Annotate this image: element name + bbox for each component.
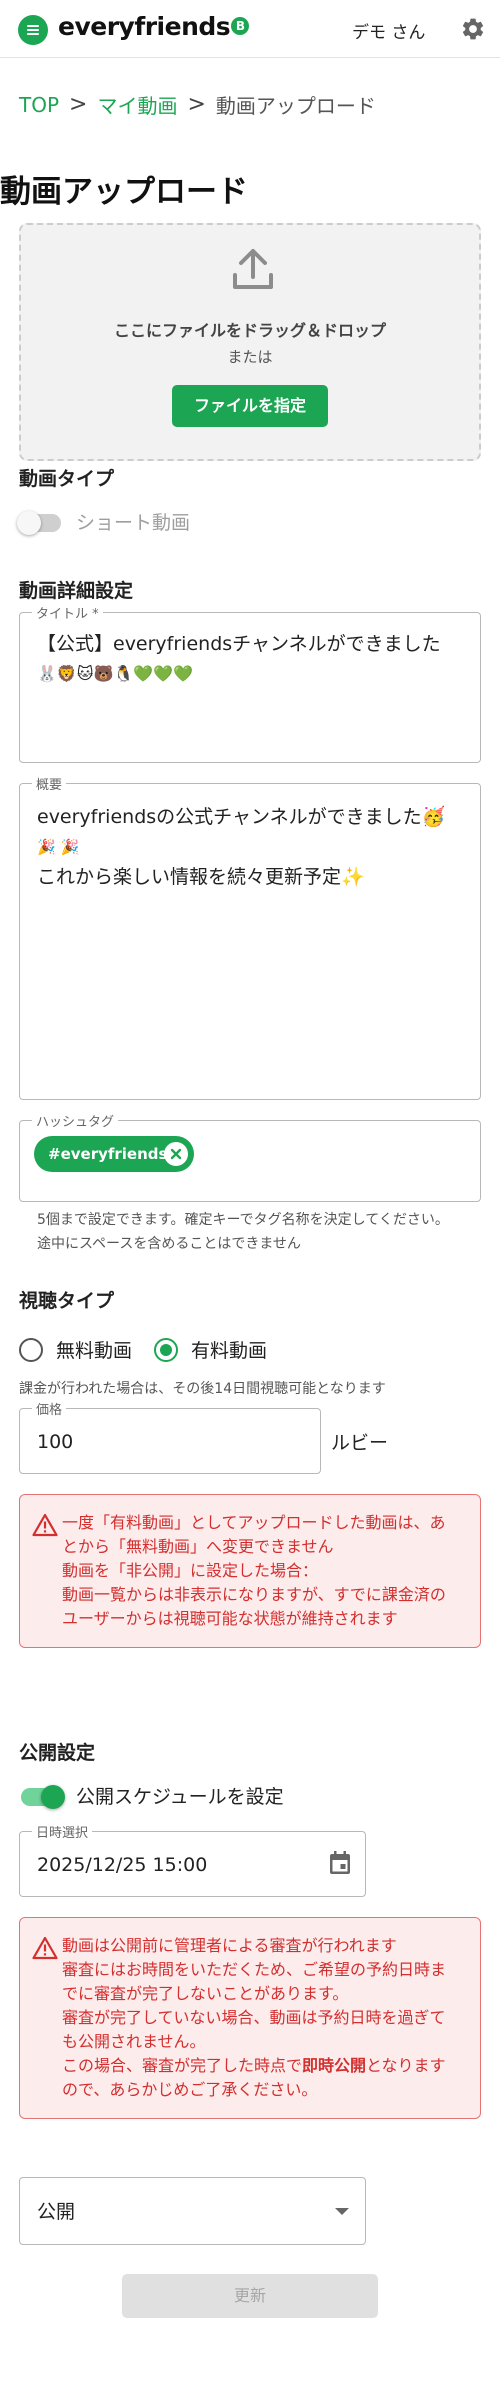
publish-schedule-toggle-label: 公開スケジュールを設定: [76, 1786, 284, 1808]
alert-line: でに審査が完了しないことがあります。: [62, 1984, 349, 2003]
dropzone-text: ここにファイルをドラッグ＆ドロップ: [113, 321, 386, 340]
upload-icon: [233, 249, 273, 289]
radio-paid-video-label: 有料動画: [191, 1340, 268, 1362]
warning-icon: [32, 1513, 58, 1537]
radio-paid-video[interactable]: [154, 1338, 178, 1362]
summary-value: everyfriendsの公式チャンネルができました🥳 🎉 🎉 これから楽しい情…: [37, 802, 445, 892]
title-value: 【公式】everyfriendsチャンネルができました 🐰🦁🐱🐻🐧💚💚💚: [37, 629, 441, 689]
app-header: everyfriends B デモ さん: [0, 0, 500, 58]
breadcrumb-separator: >: [69, 92, 88, 117]
publish-schedule-toggle[interactable]: [21, 1785, 65, 1809]
alert-line: 動画を「非公開」に設定した場合：: [62, 1561, 319, 1580]
logo-mark: B: [231, 17, 250, 35]
short-video-toggle-label: ショート動画: [76, 512, 191, 534]
visibility-select[interactable]: 公開: [19, 2177, 366, 2245]
viewing-type-heading: 視聴タイプ: [19, 1290, 115, 1312]
page-title: 動画アップロード: [0, 174, 248, 210]
site-logo[interactable]: everyfriends B: [58, 12, 250, 41]
alert-line: ので、あらかじめご了承ください。: [62, 2080, 318, 2099]
calendar-icon[interactable]: [328, 1850, 352, 1876]
summary-legend: 概要: [32, 774, 67, 793]
price-input[interactable]: 価格 100: [19, 1399, 321, 1474]
title-legend: タイトル *: [32, 603, 103, 622]
video-type-heading: 動画タイプ: [19, 468, 115, 490]
alert-line: 動画一覧からは非表示になりますが、すでに課金済の: [62, 1585, 446, 1604]
alert-line: も公開されません。: [62, 2032, 206, 2051]
paid-alert-text: 一度「有料動画」としてアップロードした動画は、あ とから「無料動画」へ変更できま…: [62, 1511, 466, 1631]
hashtag-chip-label: #everyfriends: [48, 1145, 168, 1163]
publish-review-alert: 動画は公開前に管理者による審査が行われます 審査にはお時間をいただくため、ご希望…: [19, 1917, 481, 2119]
title-line: 【公式】everyfriendsチャンネルができました: [37, 633, 441, 655]
breadcrumb-current: 動画アップロード: [215, 94, 376, 118]
dropzone-or-text: または: [227, 348, 273, 366]
publish-alert-text: 動画は公開前に管理者による審査が行われます 審査にはお時間をいただくため、ご希望…: [62, 1934, 466, 2102]
alert-line: ユーザーからは視聴可能な状態が維持されます: [62, 1609, 398, 1628]
publish-heading: 公開設定: [19, 1742, 96, 1764]
alert-line-part: となります: [366, 2056, 446, 2075]
logo-text: everyfriends: [58, 12, 231, 41]
hashtag-help: 5個まで設定できます。確定キーでタグ名称を決定してください。 途中にスペースを含…: [37, 1208, 449, 1256]
breadcrumb-my-videos-link[interactable]: マイ動画: [97, 90, 177, 119]
details-heading: 動画詳細設定: [19, 580, 134, 602]
summary-field[interactable]: 概要 everyfriendsの公式チャンネルができました🥳 🎉 🎉 これから楽…: [19, 774, 481, 1100]
radio-free-video-label: 無料動画: [56, 1340, 133, 1362]
alert-line: この場合、審査が完了した時点で即時公開となります: [62, 2054, 466, 2078]
user-name[interactable]: デモ さん: [352, 18, 425, 43]
title-field[interactable]: タイトル * 【公式】everyfriendsチャンネルができました 🐰🦁🐱🐻🐧…: [19, 603, 481, 763]
select-file-button[interactable]: ファイルを指定: [172, 385, 328, 427]
update-button[interactable]: 更新: [122, 2274, 378, 2318]
datetime-legend: 日時選択: [32, 1822, 93, 1841]
radio-free-video[interactable]: [19, 1338, 43, 1362]
summary-line: everyfriendsの公式チャンネルができました🥳: [37, 806, 446, 828]
gear-icon[interactable]: [460, 16, 486, 42]
hashtag-legend: ハッシュタグ: [32, 1111, 119, 1130]
breadcrumb: TOP > マイ動画 > 動画アップロード: [19, 90, 376, 119]
alert-line: 一度「有料動画」としてアップロードした動画は、あ: [62, 1513, 446, 1532]
alert-line: 審査が完了していない場合、動画は予約日時を過ぎて: [62, 2008, 446, 2027]
summary-line: これから楽しい情報を続々更新予定✨: [37, 866, 365, 888]
price-value: 100: [37, 1431, 74, 1453]
price-legend: 価格: [32, 1399, 67, 1418]
hashtag-chip[interactable]: #everyfriends: [34, 1136, 194, 1172]
datetime-picker[interactable]: 日時選択 2025/12/25 15:00: [19, 1822, 366, 1897]
paid-video-alert: 一度「有料動画」としてアップロードした動画は、あ とから「無料動画」へ変更できま…: [19, 1494, 481, 1648]
short-video-toggle[interactable]: [17, 511, 61, 535]
alert-line: とから「無料動画」へ変更できません: [62, 1537, 334, 1556]
alert-line: 動画は公開前に管理者による審査が行われます: [62, 1936, 397, 1955]
visibility-value: 公開: [37, 2201, 76, 2223]
hashtag-help-line: 途中にスペースを含めることはできません: [37, 1236, 301, 1252]
summary-line: 🎉 🎉: [37, 838, 80, 856]
price-unit: ルビー: [331, 1432, 389, 1454]
alert-line-part: この場合、審査が完了した時点で: [62, 2056, 303, 2075]
caret-down-icon: [335, 2208, 349, 2215]
breadcrumb-top-link[interactable]: TOP: [19, 93, 59, 117]
hashtag-help-line: 5個まで設定できます。確定キーでタグ名称を決定してください。: [37, 1212, 449, 1228]
viewing-note: 課金が行われた場合は、その後14日間視聴可能となります: [19, 1381, 386, 1397]
datetime-value: 2025/12/25 15:00: [37, 1854, 208, 1876]
title-emoji-line: 🐰🦁🐱🐻🐧💚💚💚: [37, 664, 194, 683]
hashtag-field[interactable]: ハッシュタグ #everyfriends: [19, 1111, 481, 1202]
breadcrumb-separator: >: [187, 92, 206, 117]
file-dropzone[interactable]: ここにファイルをドラッグ＆ドロップ または ファイルを指定: [19, 223, 481, 461]
close-icon[interactable]: [164, 1142, 188, 1166]
warning-icon: [32, 1936, 58, 1960]
menu-icon[interactable]: [18, 15, 48, 45]
immediate-publish-emphasis: 即時公開: [302, 2056, 367, 2075]
alert-line: 審査にはお時間をいただくため、ご希望の予約日時ま: [62, 1960, 447, 1979]
